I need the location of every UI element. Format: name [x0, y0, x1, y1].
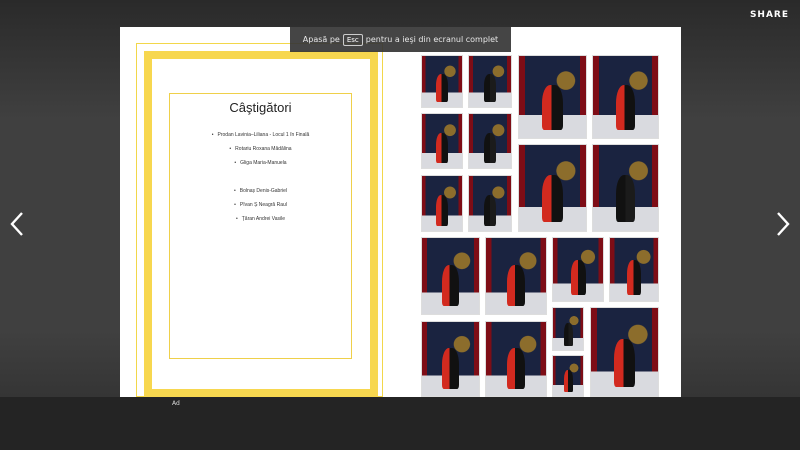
page-title: Câştigători [229, 100, 292, 115]
next-page-button[interactable] [770, 208, 794, 240]
photo [552, 307, 584, 351]
photo [590, 307, 659, 397]
photo [552, 237, 604, 302]
photo [468, 113, 512, 169]
winners-list: Prodan Lavinia–Liliana - Locul 1 în Fina… [170, 128, 351, 226]
photo [485, 321, 547, 397]
photo [518, 55, 587, 139]
yellow-frame: Câştigători Prodan Lavinia–Liliana - Loc… [144, 51, 378, 397]
photo [518, 144, 587, 232]
photo [421, 113, 463, 169]
inner-frame: Câştigători Prodan Lavinia–Liliana - Loc… [169, 93, 352, 359]
photo [609, 237, 659, 302]
esc-key-badge: Esc [342, 33, 363, 46]
photo [592, 55, 659, 139]
share-button[interactable]: SHARE [750, 10, 789, 20]
notice-prefix: Apasă pe [302, 35, 340, 44]
list-item: Pîvan Ș Neagră Raul [170, 198, 351, 212]
photo [592, 144, 659, 232]
photo [421, 321, 480, 397]
photo [421, 237, 480, 315]
ad-label: Ad [172, 400, 180, 407]
photo [468, 55, 512, 108]
photo [468, 175, 512, 232]
chevron-left-icon [10, 212, 23, 236]
winners-page: Câştigători Prodan Lavinia–Liliana - Loc… [120, 27, 388, 397]
previous-page-button[interactable] [6, 208, 30, 240]
list-item: Rotariu Roxana Mădălina [170, 142, 351, 156]
magazine-spread: Câştigători Prodan Lavinia–Liliana - Loc… [120, 27, 681, 397]
photo [421, 55, 463, 108]
chevron-right-icon [777, 212, 790, 236]
list-item: Țăran Andrei Vasile [170, 212, 351, 226]
photo [485, 237, 547, 315]
notice-suffix: pentru a ieşi din ecranul complet [365, 35, 499, 44]
photo [421, 175, 463, 232]
list-item: Gliga Maria-Manuela [170, 156, 351, 170]
list-item: Bolnaș Denis-Gabriel [170, 184, 351, 198]
fullscreen-exit-notice: Apasă pe Esc pentru a ieşi din ecranul c… [290, 27, 511, 52]
photo [552, 355, 584, 397]
list-item: Prodan Lavinia–Liliana - Locul 1 în Fina… [170, 128, 351, 142]
ad-bar: Ad [0, 397, 800, 450]
